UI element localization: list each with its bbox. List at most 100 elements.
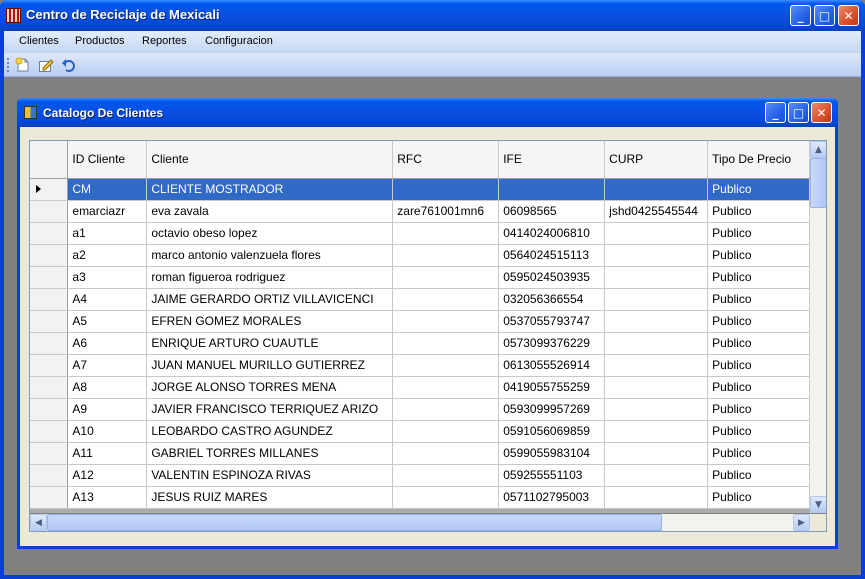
cell-cliente[interactable]: ENRIQUE ARTURO CUAUTLE: [146, 332, 394, 355]
cell-rfc[interactable]: [392, 464, 500, 487]
table-row[interactable]: A12 VALENTIN ESPINOZA RIVAS 059255551103 Pu…: [30, 464, 810, 487]
undo-icon[interactable]: [61, 57, 77, 73]
row-header[interactable]: [30, 266, 69, 289]
cell-curp[interactable]: [604, 376, 709, 399]
cell-curp[interactable]: [604, 178, 709, 201]
catalog-close-button[interactable]: ✕: [811, 102, 832, 123]
vertical-scrollbar[interactable]: ▲ ▼: [810, 141, 826, 513]
cell-ife[interactable]: [498, 178, 606, 201]
horizontal-scrollbar[interactable]: ◀ ▶: [30, 514, 810, 531]
table-row[interactable]: A10 LEOBARDO CASTRO AGUNDEZ 0591056069859 P…: [30, 420, 810, 443]
cell-id[interactable]: A10: [67, 420, 148, 443]
cell-cliente[interactable]: GABRIEL TORRES MILLANES: [146, 442, 394, 465]
cell-tipo[interactable]: Publico: [707, 222, 810, 245]
cell-rfc[interactable]: [392, 442, 500, 465]
cell-tipo[interactable]: Publico: [707, 244, 810, 267]
new-document-icon[interactable]: [15, 57, 31, 73]
row-header[interactable]: [30, 398, 69, 421]
catalog-minimize-button[interactable]: _: [765, 102, 786, 123]
row-header[interactable]: [30, 222, 69, 245]
cell-rfc[interactable]: [392, 354, 500, 377]
cell-cliente[interactable]: marco antonio valenzuela flores: [146, 244, 394, 267]
cell-id[interactable]: CM: [67, 178, 148, 201]
cell-curp[interactable]: [604, 288, 709, 311]
cell-id[interactable]: A8: [67, 376, 148, 399]
row-header[interactable]: [30, 244, 69, 267]
cell-rfc[interactable]: [392, 222, 500, 245]
title-bar[interactable]: Centro de Reciclaje de Mexicali _ □ ✕: [0, 0, 865, 31]
row-header[interactable]: [30, 442, 69, 465]
column-header-curp[interactable]: CURP: [604, 141, 709, 179]
row-header[interactable]: [30, 288, 69, 311]
cell-ife[interactable]: 059255551103: [498, 464, 606, 487]
cell-tipo[interactable]: Publico: [707, 332, 810, 355]
cell-curp[interactable]: [604, 354, 709, 377]
cell-cliente[interactable]: JAVIER FRANCISCO TERRIQUEZ ARIZO: [146, 398, 394, 421]
horizontal-scroll-thumb[interactable]: [47, 514, 662, 531]
scroll-up-button[interactable]: ▲: [810, 141, 826, 158]
cell-cliente[interactable]: JESUS RUIZ MARES: [146, 486, 394, 509]
cell-cliente[interactable]: roman figueroa rodriguez: [146, 266, 394, 289]
column-header-cliente[interactable]: Cliente: [146, 141, 394, 179]
close-button[interactable]: ✕: [838, 5, 859, 26]
cell-id[interactable]: A13: [67, 486, 148, 509]
cell-rfc[interactable]: [392, 398, 500, 421]
row-header[interactable]: [30, 486, 69, 509]
cell-id[interactable]: emarciazr: [67, 200, 148, 223]
cell-ife[interactable]: 0591056069859: [498, 420, 606, 443]
edit-icon[interactable]: [38, 57, 54, 73]
menu-reportes[interactable]: Reportes: [142, 35, 187, 47]
cell-tipo[interactable]: Publico: [707, 310, 810, 333]
cell-rfc[interactable]: [392, 332, 500, 355]
cell-id[interactable]: A12: [67, 464, 148, 487]
table-row[interactable]: A9 JAVIER FRANCISCO TERRIQUEZ ARIZO 059309…: [30, 398, 810, 421]
table-row[interactable]: A4 JAIME GERARDO ORTIZ VILLAVICENCI 032056…: [30, 288, 810, 311]
cell-rfc[interactable]: [392, 244, 500, 267]
cell-curp[interactable]: [604, 420, 709, 443]
cell-cliente[interactable]: JAIME GERARDO ORTIZ VILLAVICENCI: [146, 288, 394, 311]
table-row[interactable]: a2 marco antonio valenzuela flores 0564024…: [30, 244, 810, 267]
cell-ife[interactable]: 0564024515113: [498, 244, 606, 267]
cell-curp[interactable]: [604, 332, 709, 355]
minimize-button[interactable]: _: [790, 5, 811, 26]
cell-ife[interactable]: 0419055755259: [498, 376, 606, 399]
table-row[interactable]: A7 JUAN MANUEL MURILLO GUTIERREZ 061305552…: [30, 354, 810, 377]
cell-id[interactable]: A6: [67, 332, 148, 355]
row-header[interactable]: [30, 376, 69, 399]
table-row[interactable]: A5 EFREN GOMEZ MORALES 0537055793747 Public…: [30, 310, 810, 333]
table-row[interactable]: A11 GABRIEL TORRES MILLANES 0599055983104 P…: [30, 442, 810, 465]
cell-ife[interactable]: 0599055983104: [498, 442, 606, 465]
cell-curp[interactable]: [604, 222, 709, 245]
cell-rfc[interactable]: [392, 266, 500, 289]
column-header-id[interactable]: ID Cliente: [67, 141, 148, 179]
cell-ife[interactable]: 0595024503935: [498, 266, 606, 289]
cell-tipo[interactable]: Publico: [707, 398, 810, 421]
cell-curp[interactable]: [604, 442, 709, 465]
cell-rfc[interactable]: [392, 420, 500, 443]
table-row[interactable]: A13 JESUS RUIZ MARES 0571102795003 Publico: [30, 486, 810, 509]
table-row[interactable]: A8 JORGE ALONSO TORRES MENA 0419055755259 P…: [30, 376, 810, 399]
cell-id[interactable]: A9: [67, 398, 148, 421]
cell-tipo[interactable]: Publico: [707, 288, 810, 311]
table-row[interactable]: emarciazr eva zavala zare761001mn6 06098565…: [30, 200, 810, 223]
table-row[interactable]: A6 ENRIQUE ARTURO CUAUTLE 0573099376229 Pub…: [30, 332, 810, 355]
cell-ife[interactable]: 0537055793747: [498, 310, 606, 333]
cell-ife[interactable]: 0414024006810: [498, 222, 606, 245]
cell-tipo[interactable]: Publico: [707, 420, 810, 443]
cell-ife[interactable]: 0571102795003: [498, 486, 606, 509]
column-header-tipo[interactable]: Tipo De Precio: [707, 141, 810, 179]
cell-cliente[interactable]: JUAN MANUEL MURILLO GUTIERREZ: [146, 354, 394, 377]
cell-rfc[interactable]: [392, 178, 500, 201]
cell-tipo[interactable]: Publico: [707, 442, 810, 465]
cell-cliente[interactable]: octavio obeso lopez: [146, 222, 394, 245]
cell-cliente[interactable]: VALENTIN ESPINOZA RIVAS: [146, 464, 394, 487]
cell-cliente[interactable]: JORGE ALONSO TORRES MENA: [146, 376, 394, 399]
cell-tipo[interactable]: Publico: [707, 376, 810, 399]
menu-clientes[interactable]: Clientes: [19, 35, 59, 47]
row-header-corner[interactable]: [30, 141, 69, 179]
cell-cliente[interactable]: CLIENTE MOSTRADOR: [146, 178, 394, 201]
cell-ife[interactable]: 0593099957269: [498, 398, 606, 421]
row-header[interactable]: [30, 354, 69, 377]
menu-configuracion[interactable]: Configuracion: [205, 35, 273, 47]
cell-id[interactable]: a3: [67, 266, 148, 289]
